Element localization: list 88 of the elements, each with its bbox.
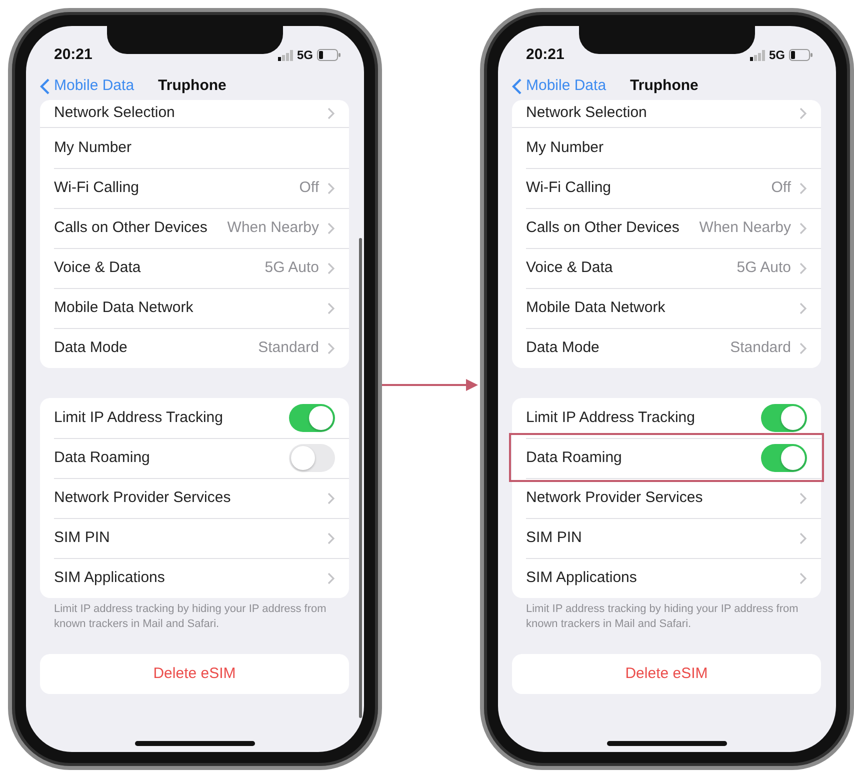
settings-row[interactable]: Network Provider Services bbox=[40, 478, 349, 518]
settings-row[interactable]: Wi-Fi Calling Off bbox=[512, 168, 821, 208]
toggle-switch[interactable] bbox=[761, 444, 807, 472]
network-type: 5G bbox=[768, 47, 785, 64]
row-label: Network Selection bbox=[526, 102, 647, 123]
row-label: Calls on Other Devices bbox=[54, 218, 208, 238]
chevron-icon bbox=[327, 222, 335, 234]
row-value: Off bbox=[771, 178, 791, 198]
settings-row[interactable]: Voice & Data 5G Auto bbox=[512, 248, 821, 288]
row-label: SIM PIN bbox=[54, 528, 110, 548]
chevron-icon bbox=[327, 302, 335, 314]
row-value: 5G Auto bbox=[736, 258, 791, 278]
row-label: SIM Applications bbox=[526, 568, 637, 588]
row-label: Network Provider Services bbox=[54, 488, 231, 508]
row-value: 5G Auto bbox=[264, 258, 319, 278]
settings-row[interactable]: Data Mode Standard bbox=[40, 328, 349, 368]
delete-esim-button[interactable]: Delete eSIM bbox=[40, 654, 349, 694]
chevron-icon bbox=[327, 572, 335, 584]
row-value: Off bbox=[299, 178, 319, 198]
row-label: Limit IP Address Tracking bbox=[526, 408, 695, 428]
chevron-icon bbox=[799, 302, 807, 314]
row-label: Wi-Fi Calling bbox=[54, 178, 140, 198]
settings-row[interactable]: Network Selection bbox=[40, 100, 349, 127]
signal-icon bbox=[750, 50, 765, 60]
row-value: When Nearby bbox=[699, 218, 791, 238]
settings-row[interactable]: Wi-Fi Calling Off bbox=[40, 168, 349, 208]
chevron-icon bbox=[327, 492, 335, 504]
network-type: 5G bbox=[296, 47, 313, 64]
chevron-icon bbox=[799, 572, 807, 584]
settings-row[interactable]: Network Selection bbox=[512, 100, 821, 127]
row-label: Wi-Fi Calling bbox=[526, 178, 612, 198]
settings-row[interactable]: Calls on Other Devices When Nearby bbox=[512, 208, 821, 248]
settings-row[interactable]: SIM Applications bbox=[40, 558, 349, 598]
status-time: 20:21 bbox=[53, 44, 92, 65]
chevron-icon bbox=[799, 106, 807, 120]
toggle-switch[interactable] bbox=[289, 404, 335, 432]
settings-row[interactable]: Mobile Data Network bbox=[40, 288, 349, 328]
row-label: Mobile Data Network bbox=[54, 298, 194, 318]
settings-row[interactable]: SIM PIN bbox=[512, 518, 821, 558]
row-label: Network Provider Services bbox=[526, 488, 703, 508]
row-label: My Number bbox=[526, 138, 604, 158]
page-title: Truphone bbox=[630, 76, 698, 96]
chevron-icon bbox=[799, 182, 807, 194]
row-label: Data Mode bbox=[526, 338, 600, 358]
battery-icon bbox=[317, 49, 341, 61]
back-chevron-icon bbox=[512, 78, 522, 94]
signal-icon bbox=[278, 50, 293, 60]
chevron-icon bbox=[799, 222, 807, 234]
chevron-icon bbox=[799, 342, 807, 354]
row-label: Mobile Data Network bbox=[526, 298, 666, 318]
chevron-icon bbox=[799, 532, 807, 544]
row-label: Data Roaming bbox=[54, 448, 150, 468]
chevron-icon bbox=[799, 262, 807, 274]
chevron-icon bbox=[327, 106, 335, 120]
chevron-icon bbox=[327, 262, 335, 274]
toggle-switch[interactable] bbox=[289, 444, 335, 472]
row-label: Data Roaming bbox=[526, 448, 622, 468]
row-label: Calls on Other Devices bbox=[526, 218, 680, 238]
row-label: Limit IP Address Tracking bbox=[54, 408, 223, 428]
row-value: When Nearby bbox=[227, 218, 319, 238]
row-label: Network Selection bbox=[54, 102, 175, 123]
footer-note: Limit IP address tracking by hiding your IP address from known trackers in Mail and Safari. bbox=[525, 602, 800, 632]
delete-esim-button[interactable]: Delete eSIM bbox=[512, 654, 821, 694]
page-title: Truphone bbox=[158, 76, 226, 96]
row-label: SIM PIN bbox=[526, 528, 582, 548]
settings-row[interactable]: Network Provider Services bbox=[512, 478, 821, 518]
settings-row[interactable]: Data Mode Standard bbox=[512, 328, 821, 368]
row-value: Standard bbox=[730, 338, 791, 358]
settings-row[interactable]: Voice & Data 5G Auto bbox=[40, 248, 349, 288]
toggle-switch[interactable] bbox=[761, 404, 807, 432]
row-label: SIM Applications bbox=[54, 568, 165, 588]
chevron-icon bbox=[327, 342, 335, 354]
status-time: 20:21 bbox=[525, 44, 564, 65]
row-label: Voice & Data bbox=[526, 258, 613, 278]
row-label: Data Mode bbox=[54, 338, 128, 358]
back-chevron-icon bbox=[40, 78, 50, 94]
row-label: My Number bbox=[54, 138, 132, 158]
settings-row[interactable]: Mobile Data Network bbox=[512, 288, 821, 328]
footer-note: Limit IP address tracking by hiding your IP address from known trackers in Mail and Safari. bbox=[53, 602, 328, 632]
settings-row[interactable]: Calls on Other Devices When Nearby bbox=[40, 208, 349, 248]
battery-icon bbox=[789, 49, 813, 61]
chevron-icon bbox=[799, 492, 807, 504]
settings-row[interactable]: SIM PIN bbox=[40, 518, 349, 558]
chevron-icon bbox=[327, 182, 335, 194]
settings-row[interactable]: SIM Applications bbox=[512, 558, 821, 598]
chevron-icon bbox=[327, 532, 335, 544]
row-value: Standard bbox=[258, 338, 319, 358]
row-label: Voice & Data bbox=[54, 258, 141, 278]
